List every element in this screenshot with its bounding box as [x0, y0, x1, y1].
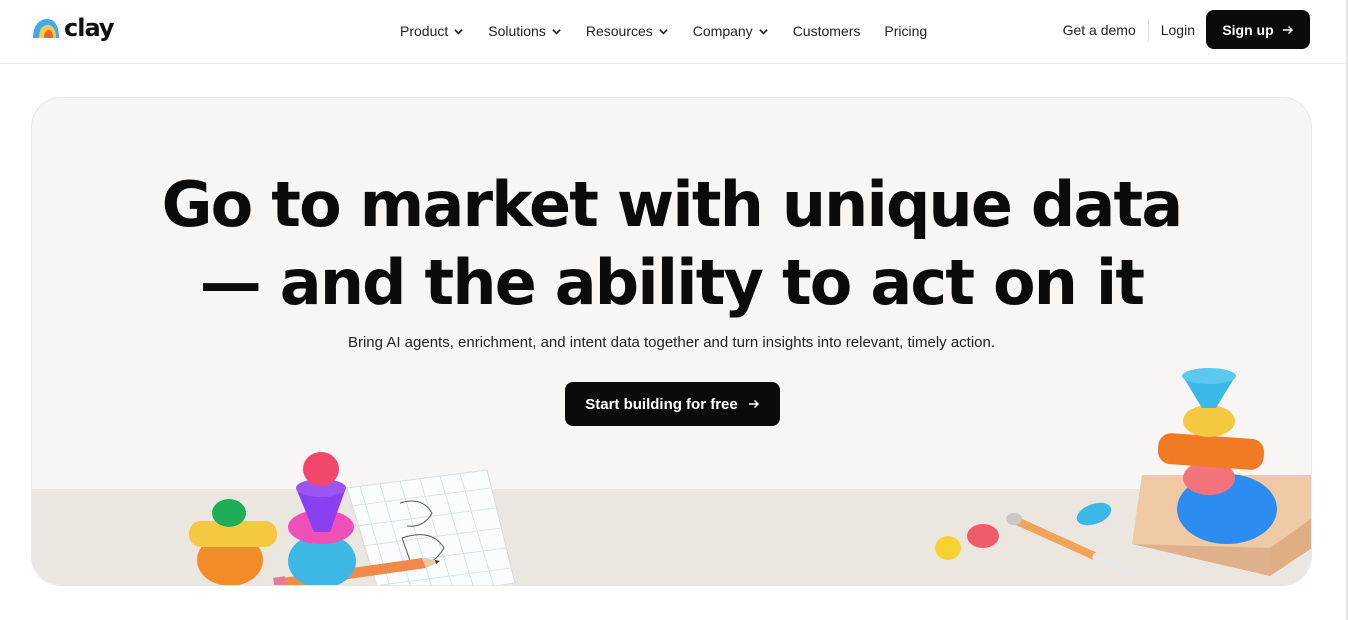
- hero-headline: Go to market with unique data — and the …: [32, 166, 1311, 322]
- headline-line-1: Go to market with unique data: [161, 168, 1184, 241]
- sculpting-tool: [1006, 513, 1137, 578]
- nav-item-label: Resources: [585, 23, 653, 39]
- sign-up-button[interactable]: Sign up: [1206, 10, 1310, 49]
- chevron-down-icon: [552, 28, 561, 35]
- headline-line-2: — and the ability to act on it: [199, 246, 1145, 319]
- chevron-down-icon: [758, 28, 768, 35]
- left-clay-stack: [189, 499, 277, 585]
- arrow-right-icon: [1282, 25, 1293, 34]
- clay-stack-left-illustration: [189, 452, 516, 585]
- main-nav: Product Solutions Resources Company Cust…: [400, 20, 951, 42]
- nav-item-company[interactable]: Company: [693, 20, 769, 42]
- account-nav: Get a demo Login Sign up: [1063, 10, 1310, 49]
- arrow-right-icon: [748, 399, 759, 409]
- sign-up-label: Sign up: [1222, 21, 1274, 38]
- chevron-down-icon: [454, 28, 464, 35]
- clay-logo-icon: [33, 19, 59, 38]
- hero-section: Go to market with unique data — and the …: [31, 97, 1312, 586]
- nav-item-label: Company: [692, 23, 753, 39]
- nav-item-pricing[interactable]: Pricing: [884, 20, 927, 42]
- nav-item-label: Solutions: [488, 23, 546, 39]
- brand-name: clay: [64, 14, 115, 42]
- clay-stack-right-illustration: [935, 368, 1311, 578]
- nav-item-solutions[interactable]: Solutions: [488, 20, 562, 42]
- nav-item-product[interactable]: Product: [400, 20, 464, 42]
- nav-item-resources[interactable]: Resources: [586, 20, 669, 42]
- chevron-down-icon: [659, 28, 668, 35]
- nav-item-customers[interactable]: Customers: [793, 20, 861, 42]
- start-building-button[interactable]: Start building for free: [565, 382, 780, 426]
- get-demo-link[interactable]: Get a demo: [1063, 18, 1149, 41]
- center-clay-stack: [288, 452, 356, 585]
- top-navbar: clay Product Solutions Resources Company…: [0, 0, 1346, 64]
- login-link[interactable]: Login: [1149, 19, 1206, 41]
- nav-item-label: Pricing: [884, 23, 928, 39]
- hero-subhead: Bring AI agents, enrichment, and intent …: [347, 334, 996, 351]
- clay-logo[interactable]: clay: [31, 14, 115, 42]
- cta-label: Start building for free: [585, 395, 738, 413]
- nav-item-label: Customers: [792, 23, 861, 39]
- nav-item-label: Product: [400, 23, 449, 39]
